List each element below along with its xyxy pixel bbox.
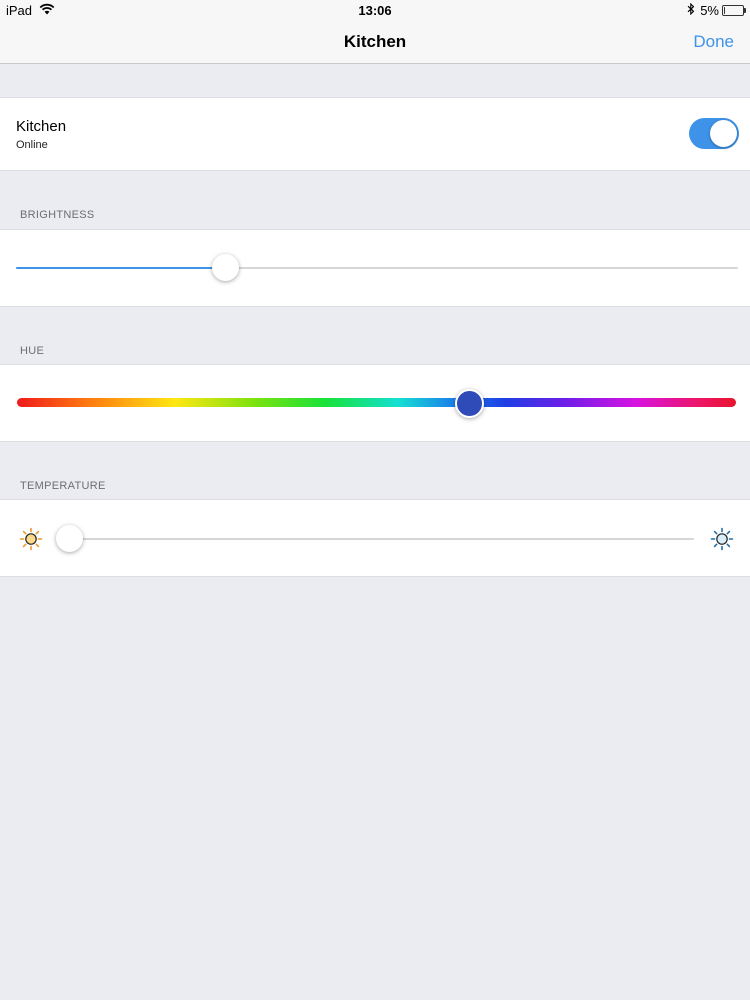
hue-slider-track[interactable] [17, 398, 736, 407]
hue-cell [0, 364, 750, 442]
status-bar: iPad 13:06 5% [0, 0, 750, 20]
hue-slider-thumb[interactable] [455, 389, 485, 418]
done-button[interactable]: Done [693, 32, 734, 52]
nav-bar: Kitchen Done [0, 20, 750, 64]
bluetooth-icon [687, 2, 695, 18]
temperature-cell [0, 499, 750, 577]
status-time: 13:06 [358, 3, 392, 18]
battery-nub [744, 8, 746, 13]
battery-icon [722, 5, 746, 16]
brightness-slider-fill [16, 267, 226, 269]
temperature-slider-track[interactable] [74, 538, 694, 540]
light-cell: Kitchen Online [0, 97, 750, 171]
temperature-slider-thumb[interactable] [56, 525, 83, 552]
battery-fill [724, 7, 725, 14]
temperature-header: TEMPERATURE [20, 480, 106, 492]
battery-percent: 5% [700, 3, 719, 18]
battery-body [722, 5, 744, 16]
light-status: Online [16, 139, 48, 151]
power-toggle[interactable] [689, 118, 739, 149]
hue-header: HUE [20, 345, 45, 357]
sun-warm-icon [19, 527, 43, 551]
status-right: 5% [687, 2, 746, 18]
brightness-header: BRIGHTNESS [20, 209, 95, 221]
brightness-slider-thumb[interactable] [211, 254, 239, 281]
light-name: Kitchen [16, 118, 67, 135]
toggle-knob [710, 120, 737, 147]
page-title: Kitchen [343, 32, 407, 51]
sun-cool-icon [710, 527, 734, 551]
brightness-slider-track[interactable] [16, 267, 738, 269]
brightness-cell [0, 229, 750, 307]
